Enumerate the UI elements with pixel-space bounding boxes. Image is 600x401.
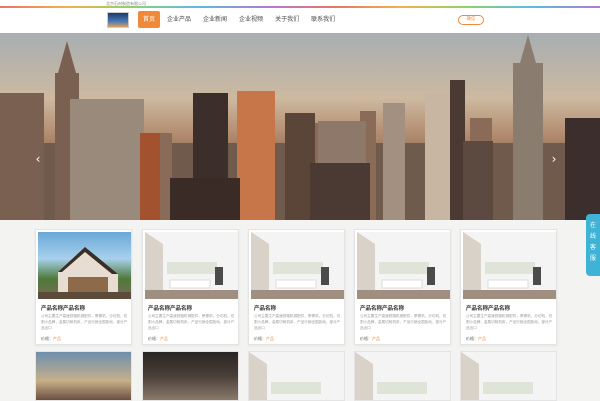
product-image <box>251 232 344 299</box>
price-label: 价格： <box>41 336 53 341</box>
product-card[interactable] <box>142 351 239 401</box>
product-card[interactable] <box>460 351 557 401</box>
city-skyline-image <box>0 33 600 220</box>
nav-item-home[interactable]: 首页 <box>138 11 161 28</box>
product-price: 价格：产品 <box>148 336 168 342</box>
product-title: 产品名称 <box>254 306 277 312</box>
price-label: 价格： <box>148 336 160 341</box>
nav-item-video[interactable]: 企业视频 <box>234 11 268 28</box>
product-desc: 公司主要生产高速铁路机械配件，摩擦机，分切机，切割小品牌，金属切削机床，产品行销… <box>254 314 341 331</box>
price-label: 价格： <box>360 336 372 341</box>
price-value: 产品 <box>53 336 61 341</box>
online-service-label: 在线客服 <box>589 222 596 262</box>
product-price: 价格：产品 <box>466 336 486 342</box>
price-value: 产品 <box>160 336 168 341</box>
product-desc: 公司主要生产高速铁路机械配件，摩擦机，分切机，切割小品牌，金属切削机床，产品行销… <box>41 314 128 331</box>
price-value: 产品 <box>372 336 380 341</box>
price-value: 产品 <box>478 336 486 341</box>
product-desc: 公司主要生产高速铁路机械配件，摩擦机，分切机，切割小品牌，金属切削机床，产品行销… <box>466 314 553 331</box>
main-nav: 首页 企业产品 企业新闻 企业视频 关于我们 联系我们 <box>138 11 340 28</box>
banner-next-arrow[interactable]: › <box>548 151 560 167</box>
nav-item-products[interactable]: 企业产品 <box>162 11 196 28</box>
product-desc: 公司主要生产高速铁路机械配件，摩擦机，分切机，切割小品牌，金属切削机床，产品行销… <box>148 314 235 331</box>
product-card[interactable]: 产品名称 公司主要生产高速铁路机械配件，摩擦机，分切机，切割小品牌，金属切削机床… <box>248 229 345 345</box>
online-service-tab[interactable]: 在线客服 <box>586 214 600 276</box>
building-logo-icon[interactable] <box>107 12 129 28</box>
price-label: 价格： <box>254 336 266 341</box>
nav-item-contact[interactable]: 联系我们 <box>306 11 340 28</box>
product-price: 价格：产品 <box>41 336 61 342</box>
product-card[interactable] <box>354 351 451 401</box>
product-title: 产品名称产品名称 <box>148 306 193 312</box>
hero-banner: ‹ › <box>0 33 600 220</box>
product-image <box>145 232 238 299</box>
product-title: 产品名称产品名称 <box>360 306 405 312</box>
product-title: 产品名称产品名称 <box>466 306 511 312</box>
price-label: 价格： <box>466 336 478 341</box>
nav-item-news[interactable]: 企业新闻 <box>198 11 232 28</box>
product-price: 价格：产品 <box>360 336 380 342</box>
nav-item-about[interactable]: 关于我们 <box>270 11 304 28</box>
banner-prev-arrow[interactable]: ‹ <box>32 151 44 167</box>
product-image <box>38 232 131 299</box>
price-value: 产品 <box>266 336 274 341</box>
product-image <box>463 232 556 299</box>
product-card[interactable] <box>248 351 345 401</box>
product-card[interactable] <box>35 351 132 401</box>
product-card[interactable]: 产品名称产品名称 公司主要生产高速铁路机械配件，摩擦机，分切机，切割小品牌，金属… <box>142 229 239 345</box>
wechat-label: 微信 <box>466 17 476 22</box>
product-card[interactable]: 产品名称产品名称 公司主要生产高速铁路机械配件，摩擦机，分切机，切割小品牌，金属… <box>35 229 132 345</box>
product-desc: 公司主要生产高速铁路机械配件，摩擦机，分切机，切割小品牌，金属切削机床，产品行销… <box>360 314 447 331</box>
product-image <box>357 232 450 299</box>
product-card[interactable]: 产品名称产品名称 公司主要生产高速铁路机械配件，摩擦机，分切机，切割小品牌，金属… <box>460 229 557 345</box>
wechat-button[interactable]: 微信 <box>458 15 484 25</box>
product-card[interactable]: 产品名称产品名称 公司主要生产高速铁路机械配件，摩擦机，分切机，切割小品牌，金属… <box>354 229 451 345</box>
product-price: 价格：产品 <box>254 336 274 342</box>
product-title: 产品名称产品名称 <box>41 306 86 312</box>
